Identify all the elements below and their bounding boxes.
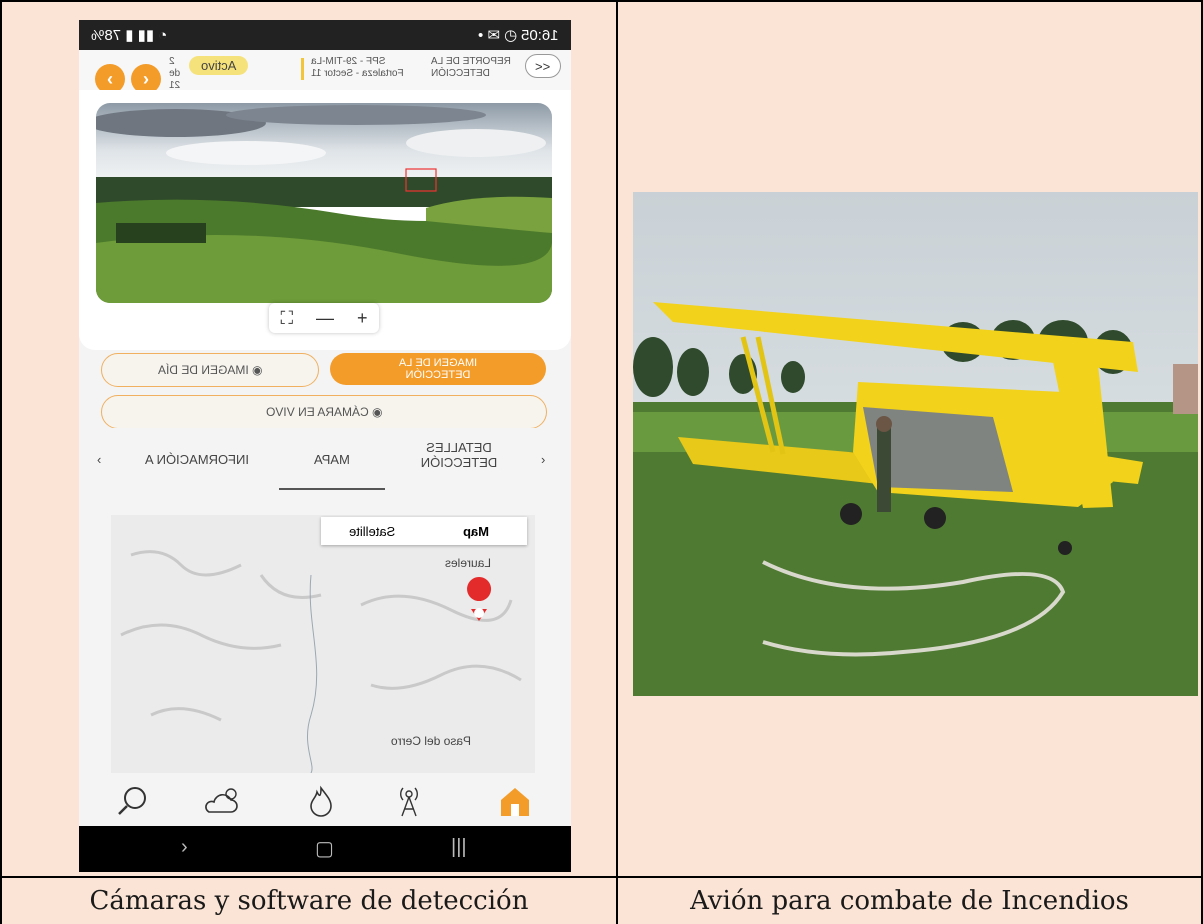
back-nav-icon[interactable]: › bbox=[181, 836, 188, 859]
day-image-button[interactable]: ◉ IMAGEN DE DÍA bbox=[101, 353, 319, 387]
header-divider bbox=[301, 58, 304, 80]
tab-map[interactable]: MAPA bbox=[279, 452, 385, 467]
counter: 2 de 21 bbox=[169, 56, 181, 91]
detection-map[interactable]: Laureles Paso del Cerro Satellite Map bbox=[111, 515, 535, 773]
system-nav-bar: › ▢ ||| bbox=[79, 826, 571, 872]
search-icon[interactable] bbox=[115, 784, 151, 818]
detection-image-button[interactable]: IMAGEN DE LA DETECCIÓN bbox=[330, 353, 546, 385]
table-border-middle bbox=[616, 0, 618, 924]
status-battery: 78% ▮ ▮▮ ◔ bbox=[91, 27, 168, 44]
status-time: • ✉ ◷ 16:05 bbox=[478, 27, 559, 44]
detection-photo[interactable] bbox=[96, 103, 552, 303]
live-camera-button[interactable]: ◉ CÁMARA EN VIVO bbox=[101, 395, 547, 429]
tab-info[interactable]: INFORMACIÓN A bbox=[127, 452, 267, 467]
satellite-toggle[interactable]: Satellite bbox=[321, 517, 424, 545]
weather-icon[interactable] bbox=[203, 784, 243, 818]
table-border-top bbox=[0, 0, 1203, 2]
home-nav-icon[interactable]: ▢ bbox=[315, 836, 334, 861]
map-label-paso-del-cerro: Paso del Cerro bbox=[391, 734, 471, 748]
tab-details[interactable]: DETALLES DETECCIÓN bbox=[399, 440, 519, 470]
phone-screenshot: 78% ▮ ▮▮ ◔ • ✉ ◷ 16:05 ‹ › 2 de 21 Activ… bbox=[79, 20, 571, 872]
antenna-icon[interactable] bbox=[391, 784, 427, 818]
tab-scroll-left-icon[interactable]: ‹ bbox=[97, 452, 101, 467]
table-border-left bbox=[0, 0, 2, 924]
tab-active-indicator bbox=[279, 488, 385, 490]
zoom-in-button[interactable]: + bbox=[357, 308, 368, 329]
tab-scroll-right-icon[interactable]: › bbox=[541, 452, 545, 467]
map-type-switch: Satellite Map bbox=[321, 517, 527, 545]
zoom-out-button[interactable]: — bbox=[316, 308, 334, 329]
bottom-nav bbox=[79, 774, 571, 826]
fullscreen-icon[interactable]: ⛶ bbox=[280, 308, 293, 329]
zoom-controls: ⛶ — + bbox=[269, 303, 379, 333]
map-label-laureles: Laureles bbox=[445, 556, 491, 570]
fire-icon[interactable] bbox=[303, 784, 339, 818]
camera-name: SPF - 29-TIM-La Fortaleza - Sector 11 bbox=[311, 56, 404, 79]
report-title: REPORTE DE LA DETECCIÓN bbox=[431, 56, 511, 79]
home-icon[interactable] bbox=[497, 784, 533, 818]
firefighting-airplane-photo bbox=[633, 192, 1198, 696]
recents-nav-icon[interactable]: ||| bbox=[451, 836, 467, 859]
status-bar: 78% ▮ ▮▮ ◔ • ✉ ◷ 16:05 bbox=[79, 20, 571, 50]
map-toggle[interactable]: Map bbox=[424, 517, 527, 545]
tab-bar: ‹ INFORMACIÓN A MAPA DETALLES DETECCIÓN … bbox=[79, 428, 571, 494]
collapse-button[interactable]: << bbox=[525, 54, 561, 78]
caption-right: Avión para combate de Incendios bbox=[690, 886, 1129, 916]
caption-left: Cámaras y software de detección bbox=[89, 886, 529, 916]
status-badge: Activo bbox=[189, 56, 249, 75]
